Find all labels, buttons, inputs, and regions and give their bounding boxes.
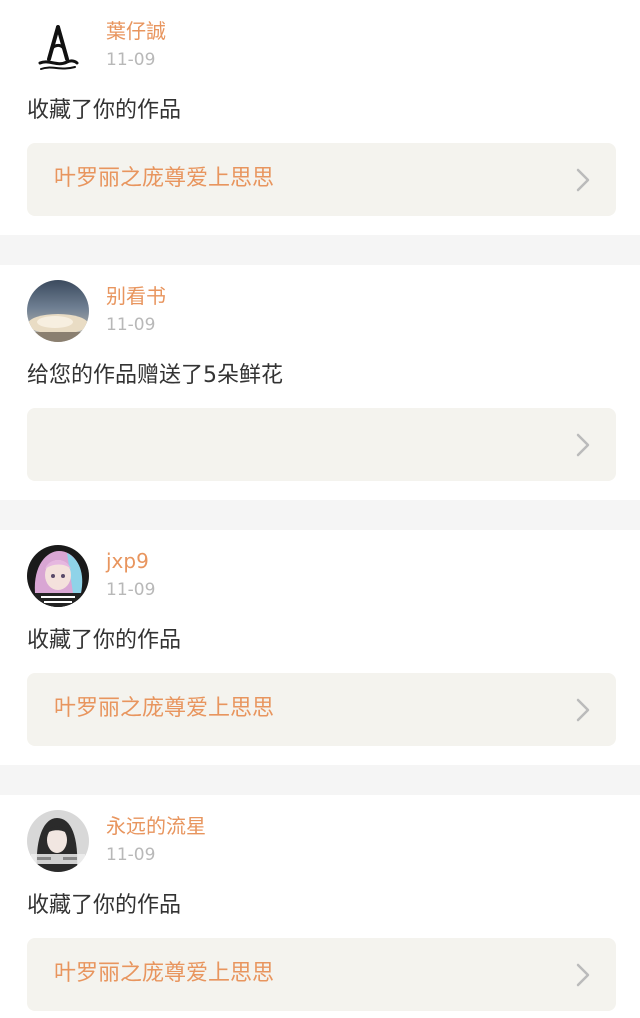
notification-card: jxp9 11-09 收藏了你的作品 叶罗丽之庞尊爱上思思: [0, 530, 640, 765]
timestamp: 11-09: [106, 50, 156, 70]
calligraphy-logo-icon: [27, 15, 89, 77]
anime-girl-icon: [27, 545, 89, 607]
work-link[interactable]: 叶罗丽之庞尊爱上思思: [27, 673, 616, 746]
username[interactable]: 永远的流星: [106, 813, 206, 839]
avatar[interactable]: [27, 810, 89, 872]
notification-card: 别看书 11-09 给您的作品赠送了5朵鲜花: [0, 265, 640, 500]
notification-card: 葉仔誠 11-09 收藏了你的作品 叶罗丽之庞尊爱上思思: [0, 0, 640, 235]
work-link[interactable]: 叶罗丽之庞尊爱上思思: [27, 938, 616, 1011]
username[interactable]: 葉仔誠: [106, 18, 166, 44]
landscape-photo-icon: [27, 280, 89, 342]
action-text: 收藏了你的作品: [27, 893, 182, 918]
notification-feed: 葉仔誠 11-09 收藏了你的作品 叶罗丽之庞尊爱上思思 别看书 11-09 给…: [0, 0, 640, 1018]
work-link[interactable]: [27, 408, 616, 481]
work-title: 叶罗丽之庞尊爱上思思: [54, 961, 275, 986]
work-title: 叶罗丽之庞尊爱上思思: [54, 696, 275, 721]
timestamp: 11-09: [106, 845, 156, 865]
action-text: 给您的作品赠送了5朵鲜花: [27, 363, 283, 388]
username[interactable]: jxp9: [106, 548, 149, 574]
girl-photo-icon: [27, 810, 89, 872]
notification-card: 永远的流星 11-09 收藏了你的作品 叶罗丽之庞尊爱上思思: [0, 795, 640, 1018]
username[interactable]: 别看书: [106, 283, 166, 309]
work-title: 叶罗丽之庞尊爱上思思: [54, 166, 275, 191]
action-text: 收藏了你的作品: [27, 98, 182, 123]
avatar[interactable]: [27, 280, 89, 342]
action-text: 收藏了你的作品: [27, 628, 182, 653]
work-link[interactable]: 叶罗丽之庞尊爱上思思: [27, 143, 616, 216]
timestamp: 11-09: [106, 580, 156, 600]
chevron-right-icon: [576, 698, 590, 722]
chevron-right-icon: [576, 168, 590, 192]
avatar[interactable]: [27, 545, 89, 607]
avatar[interactable]: [27, 15, 89, 77]
chevron-right-icon: [576, 433, 590, 457]
chevron-right-icon: [576, 963, 590, 987]
timestamp: 11-09: [106, 315, 156, 335]
